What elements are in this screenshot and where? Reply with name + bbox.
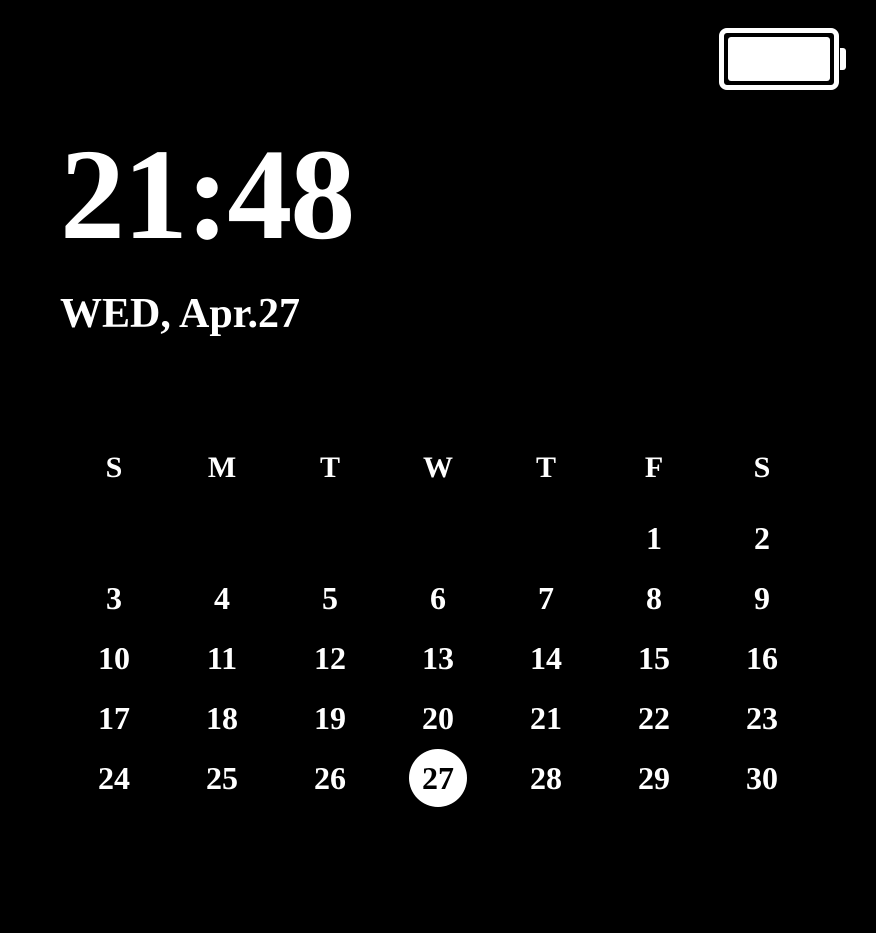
calendar-day: [492, 508, 600, 568]
calendar-day[interactable]: 2: [708, 508, 816, 568]
battery-icon: [719, 28, 846, 90]
weekday-label: S: [60, 440, 168, 496]
calendar-day[interactable]: 21: [492, 688, 600, 748]
weekday-label: S: [708, 440, 816, 496]
calendar-day: [384, 508, 492, 568]
calendar-day[interactable]: 9: [708, 568, 816, 628]
calendar-day-label: 13: [409, 629, 467, 687]
calendar-day[interactable]: 8: [600, 568, 708, 628]
clock-date: WED, Apr.27: [60, 290, 353, 338]
calendar-day-label: 20: [409, 689, 467, 747]
calendar-day[interactable]: 7: [492, 568, 600, 628]
calendar-day-label: 23: [733, 689, 791, 747]
calendar-day-label: 3: [85, 569, 143, 627]
calendar-day-label: 7: [517, 569, 575, 627]
calendar-day-label: 15: [625, 629, 683, 687]
calendar-day: [60, 508, 168, 568]
calendar-day[interactable]: 24: [60, 748, 168, 808]
calendar-day-label: 9: [733, 569, 791, 627]
calendar-day[interactable]: 30: [708, 748, 816, 808]
calendar-weekday-row: S M T W T F S: [60, 440, 816, 496]
calendar-day-label: 16: [733, 629, 791, 687]
calendar-day-label: 6: [409, 569, 467, 627]
calendar-day-label: 26: [301, 749, 359, 807]
calendar-day-label: 8: [625, 569, 683, 627]
calendar-day[interactable]: 1: [600, 508, 708, 568]
calendar-day[interactable]: 6: [384, 568, 492, 628]
calendar-day-label: [193, 508, 251, 566]
calendar-day[interactable]: 29: [600, 748, 708, 808]
calendar-day[interactable]: 5: [276, 568, 384, 628]
calendar-day[interactable]: 15: [600, 628, 708, 688]
calendar-week-row: 12: [60, 508, 816, 568]
calendar-day-label: 18: [193, 689, 251, 747]
calendar-day-label: 27: [409, 749, 467, 807]
calendar-day[interactable]: 20: [384, 688, 492, 748]
calendar-day[interactable]: 16: [708, 628, 816, 688]
calendar-day[interactable]: 28: [492, 748, 600, 808]
calendar-day[interactable]: 14: [492, 628, 600, 688]
calendar-day-label: 4: [193, 569, 251, 627]
calendar-day[interactable]: 26: [276, 748, 384, 808]
calendar-day-label: [301, 508, 359, 566]
calendar-day-label: 2: [733, 509, 791, 567]
calendar-week-row: 10 11 12 13 14 15 16: [60, 628, 816, 688]
calendar-day-label: 22: [625, 689, 683, 747]
clock-calendar-widget: 21:48 WED, Apr.27 S M T W T F S 12345678…: [0, 0, 876, 933]
calendar-day-label: 10: [85, 629, 143, 687]
calendar-day-label: 5: [301, 569, 359, 627]
calendar-day-label: 21: [517, 689, 575, 747]
weekday-label: T: [492, 440, 600, 496]
calendar-day[interactable]: 11: [168, 628, 276, 688]
calendar-day-label: 29: [625, 749, 683, 807]
calendar-day: [276, 508, 384, 568]
calendar-week-row: 17 18 19 20 21 22 23: [60, 688, 816, 748]
calendar-day[interactable]: 3: [60, 568, 168, 628]
calendar-day[interactable]: 22: [600, 688, 708, 748]
weekday-label: M: [168, 440, 276, 496]
calendar-day-label: 30: [733, 749, 791, 807]
calendar-day-label: 17: [85, 689, 143, 747]
calendar-day[interactable]: 19: [276, 688, 384, 748]
calendar-day-label: 28: [517, 749, 575, 807]
calendar-day[interactable]: 13: [384, 628, 492, 688]
calendar-day-label: 1: [625, 509, 683, 567]
calendar-day-label: 11: [193, 629, 251, 687]
calendar-day[interactable]: 17: [60, 688, 168, 748]
calendar-day[interactable]: 12: [276, 628, 384, 688]
calendar-day[interactable]: 25: [168, 748, 276, 808]
calendar-day[interactable]: 27: [384, 748, 492, 808]
calendar-day[interactable]: 23: [708, 688, 816, 748]
calendar-day-label: [517, 508, 575, 566]
calendar-day[interactable]: 4: [168, 568, 276, 628]
calendar-day-label: [409, 508, 467, 566]
calendar-day-label: 14: [517, 629, 575, 687]
calendar-day[interactable]: 10: [60, 628, 168, 688]
weekday-label: F: [600, 440, 708, 496]
calendar-week-row: 24 25 26 27 28 29 30: [60, 748, 816, 808]
calendar-week-row: 3456789: [60, 568, 816, 628]
calendar-day-label: [85, 508, 143, 566]
calendar-day-label: 19: [301, 689, 359, 747]
calendar-day: [168, 508, 276, 568]
weekday-label: W: [384, 440, 492, 496]
header: 21:48 WED, Apr.27: [60, 130, 353, 338]
calendar: S M T W T F S 12345678910111213141516171…: [60, 440, 816, 808]
calendar-day-label: 12: [301, 629, 359, 687]
calendar-day-label: 24: [85, 749, 143, 807]
calendar-day[interactable]: 18: [168, 688, 276, 748]
calendar-day-label: 25: [193, 749, 251, 807]
weekday-label: T: [276, 440, 384, 496]
clock-time: 21:48: [60, 130, 353, 260]
